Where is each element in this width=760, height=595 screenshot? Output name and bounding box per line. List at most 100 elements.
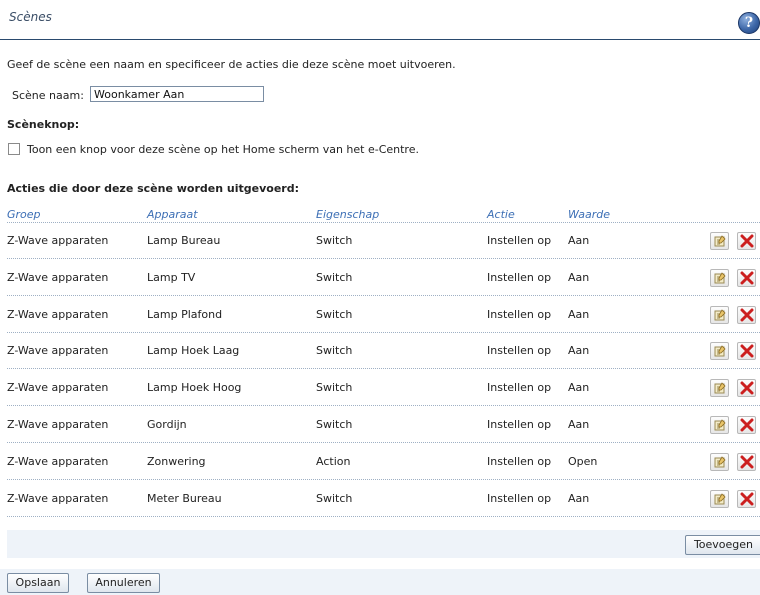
cell-action: Instellen op xyxy=(487,344,552,358)
save-button[interactable]: Opslaan xyxy=(7,573,69,593)
delete-action-button[interactable] xyxy=(737,342,756,361)
edit-icon xyxy=(714,382,726,394)
edit-action-button[interactable] xyxy=(710,416,729,434)
delete-icon xyxy=(740,344,754,358)
cell-property: Switch xyxy=(316,270,353,284)
edit-icon xyxy=(714,308,726,321)
cell-property: Switch xyxy=(316,381,353,395)
intro-text: Geef de scène een naam en specificeer de… xyxy=(7,58,456,71)
add-bar: Toevoegen xyxy=(7,530,760,558)
delete-icon xyxy=(740,381,754,395)
table-row: Z-Wave apparaten Lamp Plafond Switch Instel… xyxy=(0,297,760,333)
cell-value: Open xyxy=(568,454,598,468)
delete-action-button[interactable] xyxy=(737,416,756,434)
row-divider xyxy=(7,515,760,517)
cell-group: Z-Wave apparaten xyxy=(7,344,109,358)
footer-bar: Opslaan Annuleren xyxy=(0,569,760,595)
cell-group: Z-Wave apparaten xyxy=(7,234,109,247)
cell-device: Zonwering xyxy=(147,454,206,468)
edit-icon xyxy=(714,419,726,431)
column-header-groep: Groep xyxy=(7,208,41,221)
table-row: Z-Wave apparaten Zonwering Action Instellen… xyxy=(0,444,760,480)
edit-action-button[interactable] xyxy=(710,489,729,508)
scene-button-title: Scèneknop: xyxy=(7,118,80,131)
delete-action-button[interactable] xyxy=(737,452,756,471)
cell-property: Action xyxy=(316,454,351,468)
edit-icon xyxy=(714,235,726,247)
edit-action-button[interactable] xyxy=(710,342,729,361)
cell-group: Z-Wave apparaten xyxy=(7,270,109,284)
cell-property: Switch xyxy=(316,234,353,247)
delete-icon xyxy=(740,418,754,432)
edit-action-button[interactable] xyxy=(710,268,729,287)
column-header-eigenschap: Eigenschap xyxy=(316,208,380,221)
table-row: Z-Wave apparaten Lamp TV Switch Instellen o… xyxy=(0,260,760,296)
cell-action: Instellen op xyxy=(487,454,552,468)
cell-group: Z-Wave apparaten xyxy=(7,418,109,431)
edit-action-button[interactable] xyxy=(710,379,729,398)
cell-action: Instellen op xyxy=(487,381,552,395)
cell-action: Instellen op xyxy=(487,270,552,284)
actions-title: Acties die door deze scène worden uitgev… xyxy=(7,182,299,195)
cell-value: Aan xyxy=(568,234,590,247)
table-row: Z-Wave apparaten Lamp Hoek Laag Switch Inst… xyxy=(0,333,760,370)
table-row: Z-Wave apparaten Lamp Hoek Hoog Switch Inst… xyxy=(0,370,760,407)
cell-device: Lamp Plafond xyxy=(147,307,223,321)
cell-group: Z-Wave apparaten xyxy=(7,491,109,505)
cell-device: Lamp Hoek Laag xyxy=(147,344,240,358)
edit-action-button[interactable] xyxy=(710,452,729,471)
delete-icon xyxy=(740,308,754,322)
page-title: Scènes xyxy=(9,10,52,24)
cell-group: Z-Wave apparaten xyxy=(7,381,109,395)
cell-group: Z-Wave apparaten xyxy=(7,454,109,468)
cell-value: Aan xyxy=(568,381,590,395)
delete-action-button[interactable] xyxy=(737,305,756,324)
cell-value: Aan xyxy=(568,418,590,431)
cell-device: Lamp Hoek Hoog xyxy=(147,381,242,395)
cell-property: Switch xyxy=(316,344,353,358)
scene-name-input[interactable] xyxy=(90,86,264,102)
cell-device: Lamp Bureau xyxy=(147,234,221,247)
cell-group: Z-Wave apparaten xyxy=(7,307,109,321)
delete-action-button[interactable] xyxy=(737,379,756,398)
edit-action-button[interactable] xyxy=(710,305,729,324)
cell-device: Gordijn xyxy=(147,418,187,431)
edit-icon xyxy=(714,492,726,505)
edit-action-button[interactable] xyxy=(710,232,729,250)
scene-name-label: Scène naam: xyxy=(12,89,84,102)
table-row: Z-Wave apparaten Meter Bureau Switch Instel… xyxy=(0,481,760,517)
add-button[interactable]: Toevoegen xyxy=(685,535,760,555)
cell-value: Aan xyxy=(568,491,590,505)
delete-icon xyxy=(740,271,754,285)
delete-icon xyxy=(740,455,754,469)
column-header-actie: Actie xyxy=(487,208,515,221)
cell-action: Instellen op xyxy=(487,307,552,321)
edit-icon xyxy=(714,345,726,357)
cell-device: Meter Bureau xyxy=(147,491,222,505)
delete-action-button[interactable] xyxy=(737,232,756,250)
cell-device: Lamp TV xyxy=(147,270,196,284)
table-row: Z-Wave apparaten Lamp Bureau Switch Instell… xyxy=(0,223,760,259)
cell-property: Switch xyxy=(316,491,353,505)
cell-value: Aan xyxy=(568,307,590,321)
cancel-button[interactable]: Annuleren xyxy=(87,573,160,593)
page-header: Scènes ? xyxy=(0,0,760,40)
delete-action-button[interactable] xyxy=(737,268,756,287)
edit-icon xyxy=(714,456,726,468)
table-row: Z-Wave apparaten Gordijn Switch Instellen o… xyxy=(0,407,760,443)
delete-icon xyxy=(740,234,754,248)
cell-action: Instellen op xyxy=(487,418,552,431)
cell-property: Switch xyxy=(316,307,353,321)
delete-action-button[interactable] xyxy=(737,489,756,508)
show-on-home-checkbox[interactable] xyxy=(8,143,20,155)
edit-icon xyxy=(714,272,726,284)
cell-property: Switch xyxy=(316,418,353,431)
cell-action: Instellen op xyxy=(487,491,552,505)
delete-icon xyxy=(740,492,754,506)
cell-action: Instellen op xyxy=(487,234,552,247)
cell-value: Aan xyxy=(568,344,590,358)
show-on-home-label: Toon een knop voor deze scène op het Hom… xyxy=(27,143,419,156)
column-header-apparaat: Apparaat xyxy=(147,208,198,221)
help-icon[interactable]: ? xyxy=(738,12,760,34)
column-header-waarde: Waarde xyxy=(568,208,611,221)
